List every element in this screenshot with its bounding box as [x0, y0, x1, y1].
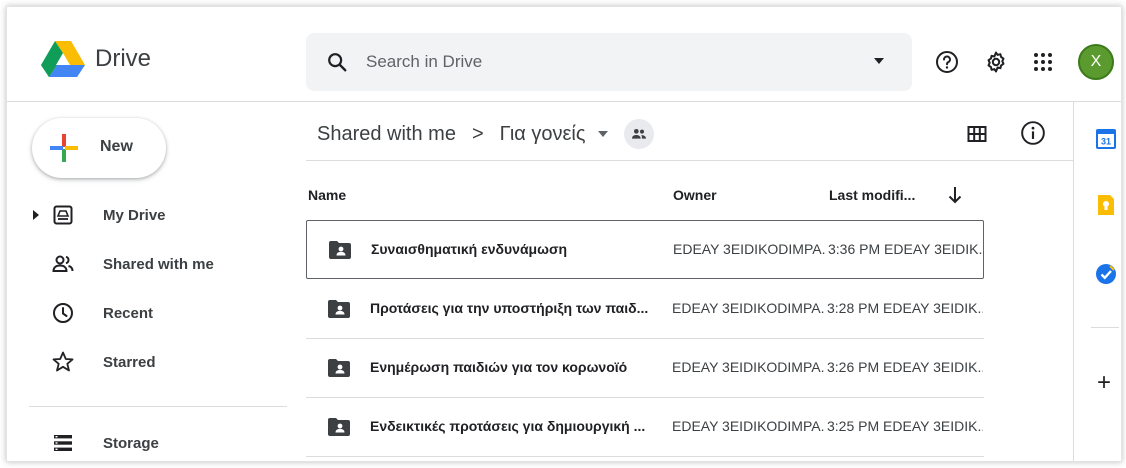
- apps-grid-icon[interactable]: [1031, 50, 1055, 74]
- calendar-day: 31: [1101, 137, 1111, 147]
- file-last-modified: 3:28 PM EDEAY 3EIDIK...: [827, 300, 983, 316]
- sidebar-divider: [29, 406, 287, 407]
- drive-logo[interactable]: Drive: [41, 39, 151, 79]
- avatar-initial: X: [1090, 53, 1102, 70]
- file-name: Ενημέρωση παιδιών για τον κορωνοϊό: [370, 359, 628, 375]
- top-bar: Drive Search in Drive X: [7, 7, 1121, 102]
- file-last-modified: 3:25 PM EDEAY 3EIDIK...: [827, 418, 983, 434]
- star-icon: [52, 351, 74, 372]
- search-input[interactable]: [366, 52, 846, 72]
- drive-window: Drive Search in Drive X New My Drive Sha…: [6, 6, 1122, 462]
- shared-people-icon: [52, 255, 74, 272]
- calendar-icon[interactable]: 31: [1095, 128, 1117, 150]
- file-name: Προτάσεις για την υποστήριξη των παιδ...: [370, 300, 649, 316]
- file-owner: EDEAY 3EIDIKODIMPA...: [673, 241, 825, 257]
- breadcrumb: Shared with me > Για γονείς: [317, 119, 654, 149]
- shared-folder-icon: [328, 418, 350, 436]
- file-row-selected[interactable]: Συναισθηματική ενδυνάμωση EDEAY 3EIDIKOD…: [306, 220, 984, 279]
- account-avatar[interactable]: X: [1078, 44, 1114, 80]
- file-row[interactable]: Προτάσεις για την υποστήριξη των παιδ...…: [306, 280, 984, 339]
- file-last-modified: 3:36 PM EDEAY 3EIDIK...: [828, 241, 984, 257]
- column-header-owner[interactable]: Owner: [673, 187, 717, 203]
- sidebar-item-label: Shared with me: [103, 256, 214, 273]
- shared-folder-icon: [329, 241, 351, 259]
- sidebar-item-label: Storage: [103, 435, 159, 452]
- grid-view-icon[interactable]: [965, 122, 989, 146]
- breadcrumb-separator: >: [471, 122, 484, 145]
- keep-icon[interactable]: [1095, 194, 1117, 216]
- sidebar-item-storage[interactable]: Storage: [7, 423, 287, 461]
- search-options-caret-icon[interactable]: [874, 58, 884, 64]
- sidebar-item-recent[interactable]: Recent: [7, 293, 287, 333]
- file-owner: EDEAY 3EIDIKODIMPA...: [672, 300, 824, 316]
- file-row[interactable]: Ενημέρωση παιδιών για τον κορωνοϊό EDEAY…: [306, 339, 984, 398]
- file-row[interactable]: Ενδεικτικές προτάσεις για δημιουργική ..…: [306, 398, 984, 457]
- sidebar-item-my-drive[interactable]: My Drive: [7, 195, 287, 235]
- shared-folder-badge[interactable]: [623, 119, 654, 149]
- info-icon[interactable]: [1020, 120, 1046, 146]
- sidebar-item-shared-with-me[interactable]: Shared with me: [7, 244, 287, 284]
- sidebar-item-starred[interactable]: Starred: [7, 342, 287, 382]
- file-last-modified: 3:26 PM EDEAY 3EIDIK...: [827, 359, 983, 375]
- folder-menu-caret-icon[interactable]: [597, 131, 608, 137]
- column-header-name[interactable]: Name: [308, 187, 346, 203]
- sidebar-item-label: My Drive: [103, 207, 166, 224]
- expand-arrow-icon[interactable]: [33, 210, 39, 220]
- file-owner: EDEAY 3EIDIKODIMPA...: [672, 359, 824, 375]
- side-panel-divider: [1073, 102, 1074, 461]
- column-header-last-modified[interactable]: Last modifi...: [829, 187, 915, 203]
- toolbar-divider: [306, 160, 1073, 161]
- file-owner: EDEAY 3EIDIKODIMPA...: [672, 418, 824, 434]
- add-addon-plus-icon[interactable]: +: [1097, 369, 1111, 397]
- shared-folder-icon: [328, 300, 350, 318]
- side-panel-separator: [1091, 327, 1119, 328]
- file-name: Ενδεικτικές προτάσεις για δημιουργική ..…: [370, 418, 646, 434]
- storage-icon: [54, 435, 72, 451]
- tasks-icon[interactable]: [1095, 263, 1117, 285]
- drive-logo-icon: [41, 41, 85, 77]
- sidebar-item-label: Starred: [103, 354, 156, 371]
- shared-people-icon: [631, 129, 646, 139]
- new-button-label: New: [100, 138, 133, 155]
- plus-icon: [50, 134, 78, 162]
- search-bar[interactable]: [306, 33, 912, 91]
- shared-folder-icon: [328, 359, 350, 377]
- breadcrumb-current-folder[interactable]: Για γονείς: [500, 123, 586, 146]
- breadcrumb-parent[interactable]: Shared with me: [317, 123, 456, 146]
- file-name: Συναισθηματική ενδυνάμωση: [371, 241, 568, 257]
- sort-descending-arrow-icon[interactable]: [947, 185, 963, 205]
- new-button[interactable]: New: [32, 118, 166, 178]
- app-name: Drive: [95, 45, 152, 72]
- help-icon[interactable]: [935, 50, 959, 74]
- clock-icon: [53, 303, 73, 323]
- my-drive-icon: [53, 205, 73, 225]
- settings-gear-icon[interactable]: [984, 50, 1008, 74]
- sidebar-item-label: Recent: [103, 305, 154, 322]
- search-icon[interactable]: [326, 51, 348, 73]
